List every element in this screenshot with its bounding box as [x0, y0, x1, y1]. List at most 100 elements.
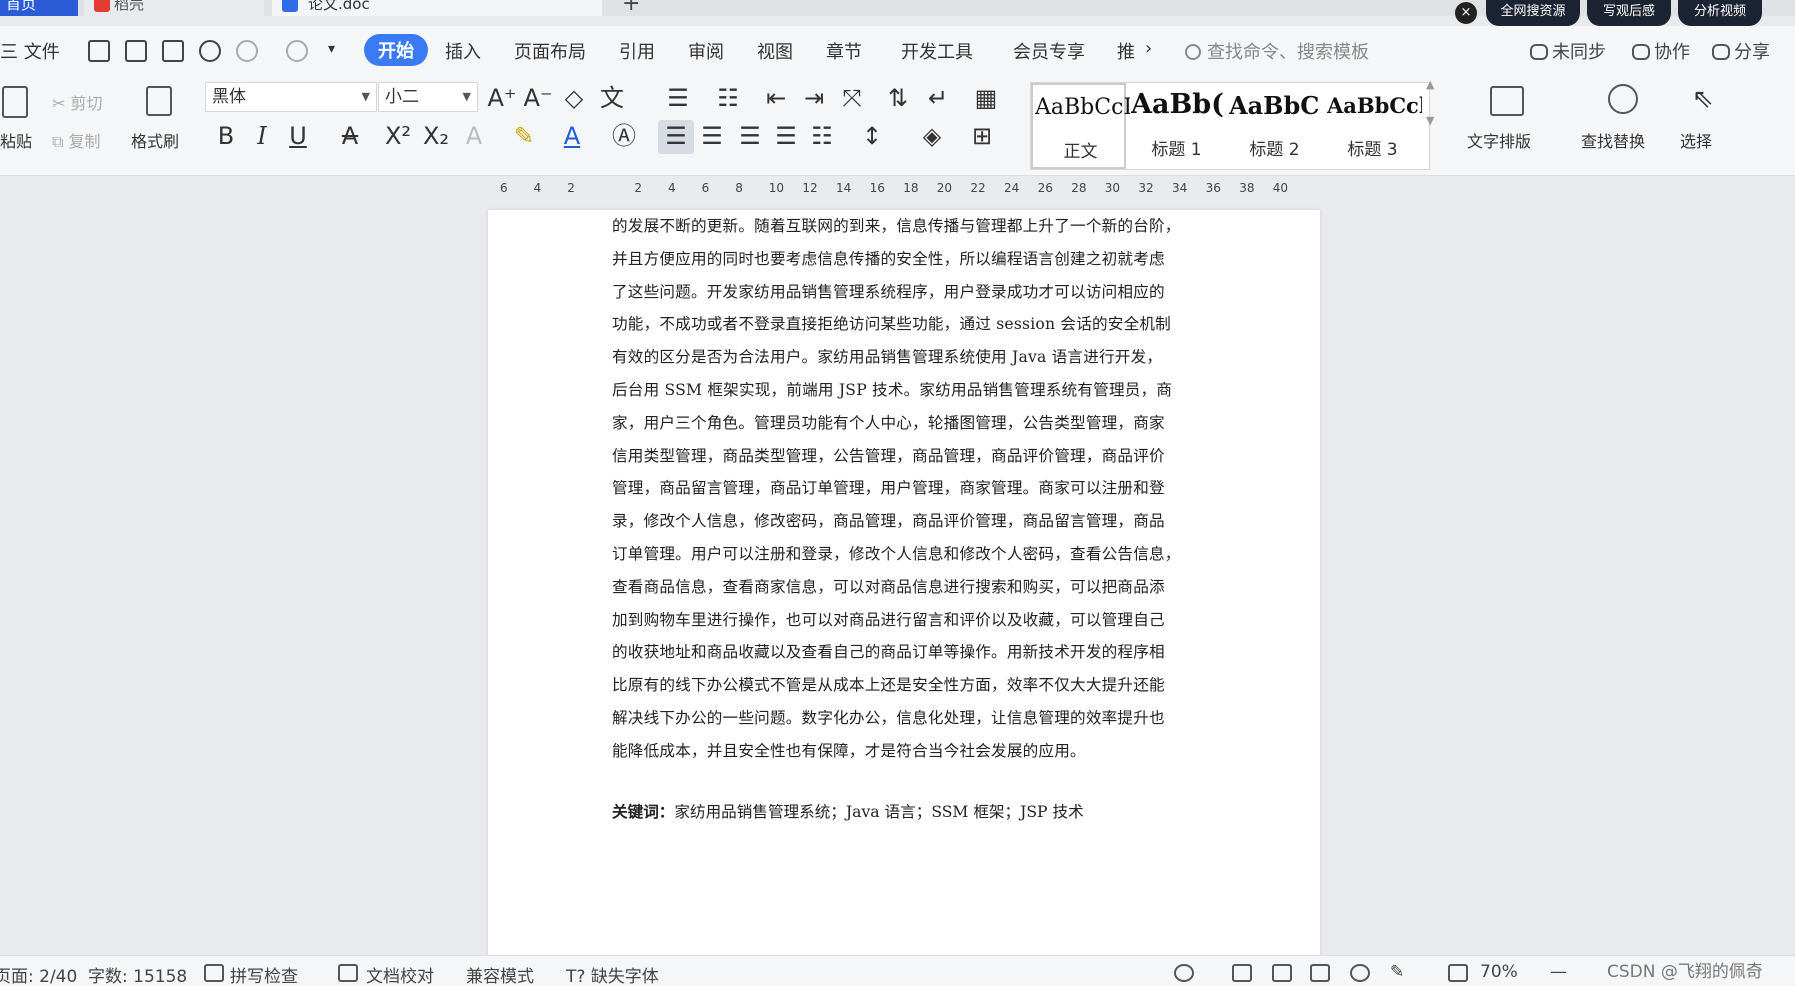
- distributed-icon[interactable]: ☷: [806, 122, 838, 150]
- style-card-heading1[interactable]: AaBb( 标题 1: [1129, 83, 1224, 169]
- paste-button[interactable]: 粘贴: [0, 128, 32, 152]
- more-tabs-button[interactable]: ›: [1145, 38, 1152, 59]
- print-icon[interactable]: [162, 40, 184, 62]
- zoom-level[interactable]: 70%: [1480, 962, 1518, 982]
- word-count[interactable]: 字数: 15158: [88, 962, 187, 986]
- style-card-heading3[interactable]: AaBbCcl 标题 3: [1325, 83, 1422, 169]
- reading-view-icon[interactable]: [1310, 964, 1330, 982]
- find-icon[interactable]: [1608, 84, 1638, 114]
- styles-scroll-up-icon[interactable]: ▲: [1426, 78, 1434, 91]
- clear-format-icon[interactable]: ◇: [558, 84, 590, 112]
- print-preview-icon[interactable]: [199, 40, 221, 62]
- strikethrough-icon[interactable]: A: [334, 122, 366, 150]
- select-button[interactable]: 选择: [1680, 128, 1712, 152]
- superscript-icon[interactable]: X²: [382, 122, 414, 150]
- decrease-indent-icon[interactable]: ⇤: [760, 84, 792, 112]
- table-grid-icon[interactable]: ▦: [970, 84, 1002, 112]
- bullet-list-icon[interactable]: ☰: [662, 84, 694, 112]
- ad-button-analyze-video[interactable]: 分析视频: [1678, 0, 1762, 26]
- tab-developer[interactable]: 开发工具: [901, 38, 973, 64]
- font-name-select[interactable]: 黑体 ▼: [205, 82, 377, 112]
- tab-recommend[interactable]: 推: [1117, 38, 1135, 64]
- style-card-normal[interactable]: AaBbCcI 正文: [1031, 83, 1130, 169]
- increase-indent-icon[interactable]: ⇥: [798, 84, 830, 112]
- export-pdf-icon[interactable]: [125, 40, 147, 62]
- fit-page-icon[interactable]: [1448, 964, 1468, 982]
- ad-button-search-resources[interactable]: 全网搜资源: [1486, 0, 1580, 26]
- zoom-out-button[interactable]: —: [1550, 962, 1567, 982]
- edit-pen-icon[interactable]: ✎: [1390, 962, 1404, 982]
- align-right-icon[interactable]: ☰: [734, 122, 766, 150]
- text-layout-icon[interactable]: [1490, 86, 1524, 116]
- page-indicator[interactable]: 页面: 2/40: [0, 962, 77, 986]
- tab-wps[interactable]: 稻壳: [84, 0, 264, 16]
- keywords-paragraph[interactable]: 关键词：家纺用品销售管理系统；Java 语言；SSM 框架；JSP 技术: [612, 796, 1197, 828]
- show-marks-icon[interactable]: ↵: [922, 84, 954, 112]
- collab-button[interactable]: 协作: [1632, 38, 1690, 64]
- line-spacing-icon[interactable]: ↕: [856, 122, 888, 150]
- command-search-input[interactable]: 查找命令、搜索模板: [1185, 38, 1369, 64]
- phonetic-icon[interactable]: 文: [596, 84, 628, 112]
- text-layout-button[interactable]: 文字排版: [1467, 128, 1531, 152]
- char-border-icon[interactable]: Ⓐ: [608, 122, 640, 150]
- save-icon[interactable]: [88, 40, 110, 62]
- italic-icon[interactable]: I: [246, 122, 278, 150]
- new-tab-button[interactable]: +: [616, 0, 640, 16]
- web-view-icon[interactable]: [1350, 964, 1370, 982]
- chinese-layout-icon[interactable]: ⤧: [836, 84, 868, 112]
- tab-document[interactable]: 论文.doc: [272, 0, 602, 16]
- spellcheck-button[interactable]: 拼写检查: [230, 962, 298, 986]
- tab-member[interactable]: 会员专享: [1013, 38, 1085, 64]
- share-button[interactable]: 分享: [1712, 38, 1770, 64]
- chevron-down-icon[interactable]: ▾: [328, 41, 335, 57]
- align-left-icon[interactable]: ☰: [660, 122, 692, 150]
- document-body[interactable]: 的发展不断的更新。随着互联网的到来，信息传播与管理都上升了一个新的台阶， 并且方便…: [612, 210, 1197, 768]
- proofread-button[interactable]: 文档校对: [366, 962, 434, 986]
- tab-start[interactable]: 开始: [364, 34, 428, 66]
- cut-label: 剪切: [70, 94, 103, 113]
- borders-icon[interactable]: ⊞: [966, 122, 998, 150]
- ad-button-write-review[interactable]: 写观后感: [1587, 0, 1671, 26]
- justify-icon[interactable]: ☰: [770, 122, 802, 150]
- styles-scroll-down-icon[interactable]: ▼: [1426, 114, 1434, 127]
- outline-view-icon[interactable]: [1272, 964, 1292, 982]
- numbered-list-icon[interactable]: ☷: [712, 84, 744, 112]
- paste-icon[interactable]: [2, 86, 28, 118]
- tab-insert[interactable]: 插入: [445, 38, 481, 64]
- text-effect-icon[interactable]: A: [458, 122, 490, 150]
- tab-page-layout[interactable]: 页面布局: [514, 38, 586, 64]
- font-color-icon[interactable]: A: [556, 122, 588, 150]
- shading-icon[interactable]: ◈: [916, 122, 948, 150]
- align-center-icon[interactable]: ☰: [696, 122, 728, 150]
- tab-home[interactable]: 首页: [0, 0, 78, 16]
- document-page[interactable]: 的发展不断的更新。随着互联网的到来，信息传播与管理都上升了一个新的台阶， 并且方便…: [488, 210, 1320, 955]
- tab-references[interactable]: 引用: [619, 38, 655, 64]
- tab-chapter[interactable]: 章节: [826, 38, 862, 64]
- underline-icon[interactable]: U: [282, 122, 314, 150]
- shrink-font-icon[interactable]: A⁻: [522, 84, 554, 112]
- copy-button[interactable]: ⧉ 复制: [52, 128, 101, 152]
- cursor-icon[interactable]: ⇖: [1692, 84, 1714, 114]
- subscript-icon[interactable]: X₂: [420, 122, 452, 150]
- font-size-select[interactable]: 小二 ▼: [378, 82, 478, 112]
- bold-icon[interactable]: B: [210, 122, 242, 150]
- redo-icon[interactable]: [286, 40, 308, 62]
- horizontal-ruler[interactable]: 6 4 2 2 4 6 8 10 12 14 16 18 20 22 24 26 28 30 32 34 36 38 40: [500, 179, 1300, 201]
- page-view-icon[interactable]: [1232, 964, 1252, 982]
- sync-button[interactable]: 未同步: [1530, 38, 1606, 64]
- tab-review[interactable]: 审阅: [688, 38, 724, 64]
- sort-icon[interactable]: ⇅: [882, 84, 914, 112]
- find-replace-button[interactable]: 查找替换: [1581, 128, 1645, 152]
- style-card-heading2[interactable]: AaBbC 标题 2: [1227, 83, 1322, 169]
- missing-font-button[interactable]: T? 缺失字体: [566, 962, 659, 986]
- undo-icon[interactable]: [236, 40, 258, 62]
- grow-font-icon[interactable]: A⁺: [486, 84, 518, 112]
- eye-protection-icon[interactable]: [1174, 964, 1194, 982]
- format-painter-icon[interactable]: [146, 86, 172, 116]
- file-menu[interactable]: 三 文件: [0, 38, 60, 64]
- close-ad-button[interactable]: ×: [1455, 2, 1477, 24]
- format-painter-button[interactable]: 格式刷: [131, 128, 179, 152]
- highlight-icon[interactable]: ✎: [508, 122, 540, 150]
- tab-view[interactable]: 视图: [757, 38, 793, 64]
- cut-button[interactable]: ✂ 剪切: [52, 90, 103, 114]
